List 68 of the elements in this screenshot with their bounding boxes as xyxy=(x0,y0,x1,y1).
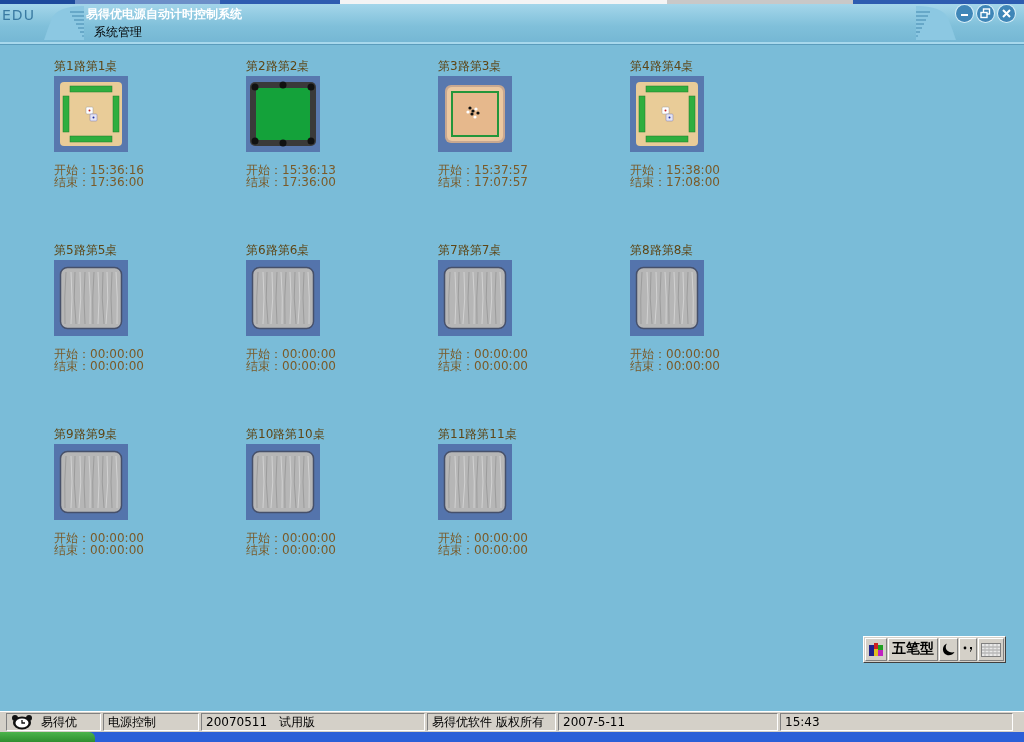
soft-keyboard-button[interactable] xyxy=(978,638,1004,661)
close-button[interactable] xyxy=(998,5,1015,22)
table-name: 第8路第8桌 xyxy=(630,243,694,257)
start-time: 开始：15:36:13 xyxy=(246,164,336,176)
input-mode-button[interactable]: 五笔型 xyxy=(888,638,938,661)
go-board-icon[interactable] xyxy=(438,76,512,152)
pool-table-icon[interactable] xyxy=(246,76,320,152)
table-name: 第2路第2桌 xyxy=(246,59,310,73)
end-time: 结束：00:00:00 xyxy=(438,544,528,556)
punctuation-toggle-button[interactable] xyxy=(959,638,977,661)
mahjong-table-icon[interactable] xyxy=(54,76,128,152)
status-module: 电源控制 xyxy=(108,715,156,729)
status-copyright: 易得优软件 版权所有 xyxy=(432,715,544,729)
end-time: 结束：17:36:00 xyxy=(54,176,144,188)
end-time: 结束：00:00:00 xyxy=(54,360,144,372)
status-edition: 试用版 xyxy=(279,715,316,729)
start-time: 开始：15:37:57 xyxy=(438,164,528,176)
start-time: 开始：00:00:00 xyxy=(246,532,336,544)
keyboard-icon xyxy=(981,642,1001,657)
status-app-name: 易得优 xyxy=(41,715,77,729)
end-time: 结束：17:36:00 xyxy=(246,176,336,188)
blank-table-icon[interactable] xyxy=(246,260,320,336)
status-time: 15:43 xyxy=(785,715,820,729)
table-name: 第5路第5桌 xyxy=(54,243,118,257)
mahjong-table-icon[interactable] xyxy=(630,76,704,152)
color-grid-icon xyxy=(868,641,884,658)
end-time: 结束：00:00:00 xyxy=(438,360,528,372)
table-name: 第6路第6桌 xyxy=(246,243,310,257)
window-title: 易得优电源自动计时控制系统 xyxy=(86,6,242,22)
app-logo: EDU xyxy=(1,6,36,24)
close-icon xyxy=(1001,8,1012,19)
start-time: 开始：00:00:00 xyxy=(246,348,336,360)
table-name: 第7路第7桌 xyxy=(438,243,502,257)
blank-table-icon[interactable] xyxy=(630,260,704,336)
restore-button[interactable] xyxy=(977,5,994,22)
end-time: 结束：00:00:00 xyxy=(246,360,336,372)
start-time: 开始：00:00:00 xyxy=(630,348,720,360)
table-name: 第4路第4桌 xyxy=(630,59,694,73)
table-name: 第1路第1桌 xyxy=(54,59,118,73)
minimize-button[interactable] xyxy=(956,5,973,22)
ime-logo-button[interactable] xyxy=(865,638,887,661)
status-version: 20070511 xyxy=(206,715,268,729)
table-name: 第3路第3桌 xyxy=(438,59,502,73)
start-time: 开始：15:36:16 xyxy=(54,164,144,176)
end-time: 结束：00:00:00 xyxy=(630,360,720,372)
table-name: 第10路第10桌 xyxy=(246,427,325,441)
end-time: 结束：17:08:00 xyxy=(630,176,720,188)
blank-table-icon[interactable] xyxy=(54,260,128,336)
end-time: 结束：00:00:00 xyxy=(54,544,144,556)
start-time: 开始：00:00:00 xyxy=(54,348,144,360)
start-time: 开始：00:00:00 xyxy=(438,532,528,544)
width-toggle-button[interactable] xyxy=(939,638,958,661)
moon-icon xyxy=(942,643,955,656)
start-time: 开始：15:38:00 xyxy=(630,164,720,176)
blank-table-icon[interactable] xyxy=(438,260,512,336)
end-time: 结束：00:00:00 xyxy=(246,544,336,556)
start-time: 开始：00:00:00 xyxy=(54,532,144,544)
blank-table-icon[interactable] xyxy=(54,444,128,520)
table-name: 第9路第9桌 xyxy=(54,427,118,441)
blank-table-icon[interactable] xyxy=(438,444,512,520)
table-name: 第11路第11桌 xyxy=(438,427,517,441)
blank-table-icon[interactable] xyxy=(246,444,320,520)
status-date: 2007-5-11 xyxy=(563,715,626,729)
start-time: 开始：00:00:00 xyxy=(438,348,528,360)
restore-icon xyxy=(980,8,991,19)
end-time: 结束：17:07:57 xyxy=(438,176,528,188)
start-button[interactable] xyxy=(0,732,95,742)
menu-item[interactable]: 系统管理 xyxy=(93,24,143,40)
